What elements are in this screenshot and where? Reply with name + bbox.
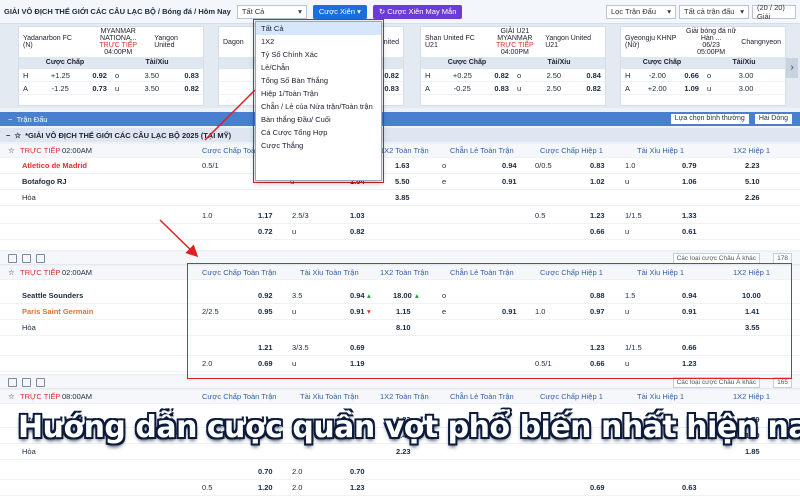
dropdown-item[interactable]: Tỷ Số Chính Xác [256,48,381,61]
dropdown-item[interactable]: Tất Cả [256,22,381,35]
section-header: − Trận Đấu Lựa chọn bình thường Hai Dòng [0,112,800,126]
top-bar: GIẢI VÔ ĐỊCH THẾ GIỚI CÁC CÂU LẠC BỘ / B… [0,0,800,24]
collapse-icon[interactable]: − [6,131,10,140]
lucky-parlay-button[interactable]: ↻ Cược Xiên May Mắn [372,4,463,19]
star-icon[interactable]: ☆ [14,131,21,140]
chevron-down-icon: ▾ [298,7,302,16]
dropdown-item[interactable]: Chẵn / Lẻ của Nửa trận/Toàn trận [256,100,381,113]
tv-icon[interactable] [22,378,31,387]
highlight-box [187,263,792,379]
live-card[interactable]: Shan United FC U21 GIẢI U21 MYANMAR TRỰC … [420,26,606,106]
match-filter-select[interactable]: Tất cả trận đấu ▾ [679,4,749,19]
match-status-row: ☆ TRỰC TIẾP 02:00AM Cược Chấp Toàn Trận … [0,144,800,158]
chevron-down-icon: ▾ [667,7,671,16]
table-row: 0.70 2.0 0.70 [0,464,800,480]
live-card[interactable]: Yadanarbon FC (N) MYANMAR NATIONA... TRỰC… [18,26,204,106]
dropdown-item[interactable]: Bàn thắng Đầu/ Cuối [256,113,381,126]
lucky-icon: ↻ [378,7,388,16]
league-count[interactable]: (20 / 20) Giải [752,3,796,21]
live-carousel: Yadanarbon FC (N) MYANMAR NATIONA... TRỰC… [0,24,800,108]
star-icon[interactable]: ☆ [8,266,15,282]
match-block: ☆ TRỰC TIẾP 02:00AM Cược Chấp Toàn Trận … [0,144,800,250]
dropdown-item[interactable]: 1X2 [256,35,381,48]
parlay-button[interactable]: Cược Xiên ▾ [312,4,367,19]
bet-type-select[interactable]: Tất Cả ▾ [236,4,307,19]
star-icon[interactable]: ☆ [8,390,15,406]
table-row: 0.5 1.20 2.0 1.23 0.69 0.63 [0,480,800,496]
caption-overlay: Hướng dẫn cược quần vợt phổ biến nhất hi… [18,410,800,445]
table-row: Hòa 3.85 2.26 [0,190,800,206]
field-icon[interactable] [36,254,45,263]
live-card[interactable]: Gyeongju KHNP (Nữ) Giải bóng đá nữ Hàn .… [620,26,786,106]
table-row: 0.72 u 0.82 0.66 u 0.61 [0,224,800,240]
dropdown-item[interactable]: Cá Cược Tổng Hợp [256,126,381,139]
breadcrumb: GIẢI VÔ ĐỊCH THẾ GIỚI CÁC CÂU LẠC BỘ / B… [4,7,231,16]
bet-type-dropdown[interactable]: Tất Cả 1X2 Tỷ Số Chính Xác Lẻ/Chẵn Tổng … [255,21,382,181]
stats-icon[interactable] [8,378,17,387]
field-icon[interactable] [36,378,45,387]
match-status-row: ☆ TRỰC TIẾP 08:00AM Cược Chấp Toàn Trận … [0,390,800,404]
tv-icon[interactable] [22,254,31,263]
sort-select[interactable]: Lựa chọn bình thường [670,114,749,124]
carousel-next-icon[interactable]: › [786,58,798,78]
dropdown-item[interactable]: Hiệp 1/Toàn Trận [256,87,381,100]
league-header[interactable]: − ☆ *GIẢI VÔ ĐỊCH THẾ GIỚI CÁC CÂU LẠC B… [0,128,800,142]
chevron-down-icon: ▾ [357,7,361,16]
dropdown-item[interactable]: Lẻ/Chẵn [256,61,381,74]
table-row: Botafogo RJ u 1.04 5.50 e 0.91 1.02 u 1.… [0,174,800,190]
stats-icon[interactable] [8,254,17,263]
table-row: 1.0 1.17 2.5/3 1.03 0.5 1.23 1/1.5 1.33 [0,208,800,224]
dropdown-item[interactable]: Tổng Số Bàn Thắng [256,74,381,87]
collapse-icon[interactable]: − [8,115,17,124]
table-row: Atletico de Madrid 0.5/1 1.63 o 0.94 0/0… [0,158,800,174]
odds-lines-select[interactable]: Hai Dòng [754,114,792,124]
league-filter-select[interactable]: Lọc Trận Đấu ▾ [606,4,676,19]
dropdown-item[interactable]: Cược Thắng [256,139,381,152]
chevron-down-icon: ▾ [740,7,744,16]
